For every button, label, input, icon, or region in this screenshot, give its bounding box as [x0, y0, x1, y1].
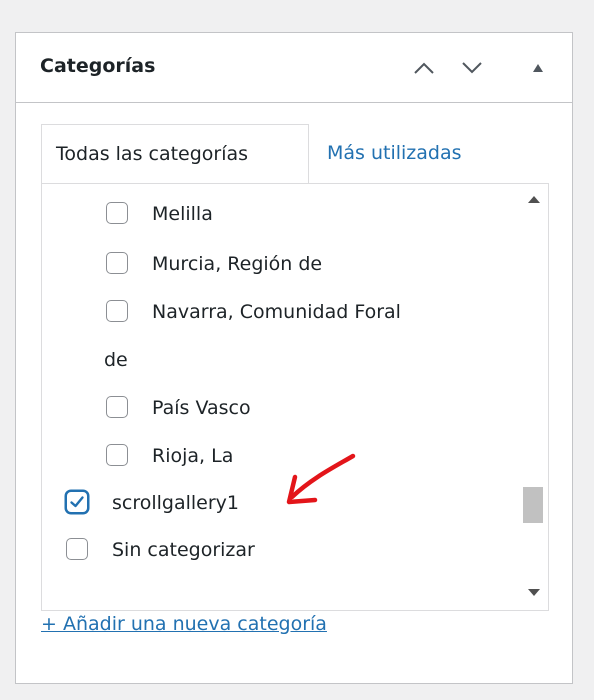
category-checkbox[interactable]: [106, 444, 128, 466]
category-checklist: Melilla Murcia, Región de Navarra, Comun…: [41, 183, 549, 611]
scrollbar-thumb[interactable]: [523, 487, 543, 523]
triangle-up-icon: [533, 64, 543, 72]
category-checkbox[interactable]: [106, 252, 128, 274]
chevron-up-icon: [414, 62, 434, 74]
categories-panel: Categorías Todas las categorías Más util…: [15, 32, 573, 684]
category-checkbox[interactable]: [106, 202, 128, 224]
category-checkbox-checked[interactable]: [66, 491, 88, 513]
list-item: Melilla: [42, 198, 522, 230]
category-label: Murcia, Región de: [152, 253, 323, 275]
list-item: País Vasco: [42, 392, 522, 424]
tab-most-used[interactable]: Más utilizadas: [327, 124, 462, 184]
category-tabs: Todas las categorías Más utilizadas: [41, 124, 549, 184]
category-checkbox[interactable]: [106, 300, 128, 322]
category-label: Sin categorizar: [112, 539, 255, 561]
panel-header: Categorías: [16, 33, 572, 103]
scroll-up-arrow[interactable]: [528, 196, 540, 203]
collapse-panel-button[interactable]: [524, 55, 552, 81]
list-item: Navarra, Comunidad Foral de: [42, 296, 522, 376]
add-new-category-link[interactable]: + Añadir una nueva categoría: [41, 613, 327, 635]
list-item: Rioja, La: [42, 440, 522, 472]
category-label: País Vasco: [152, 397, 251, 419]
checkmark-icon: [70, 496, 84, 508]
list-item: Murcia, Región de: [42, 248, 522, 280]
chevron-down-icon: [462, 62, 482, 74]
category-label: Navarra, Comunidad Foral: [152, 301, 401, 323]
list-item: scrollgallery1: [42, 487, 522, 519]
scroll-down-arrow[interactable]: [528, 589, 540, 596]
category-checkbox[interactable]: [66, 538, 88, 560]
list-item: Sin categorizar: [42, 534, 522, 566]
tab-all-categories[interactable]: Todas las categorías: [41, 124, 309, 184]
category-checkbox[interactable]: [106, 396, 128, 418]
move-up-button[interactable]: [410, 55, 438, 81]
category-label-wrap: de: [104, 349, 128, 371]
move-down-button[interactable]: [458, 55, 486, 81]
panel-title: Categorías: [40, 55, 156, 77]
category-label: Melilla: [152, 203, 213, 225]
category-label: scrollgallery1: [112, 492, 240, 514]
scrollbar[interactable]: [520, 184, 548, 610]
category-label: Rioja, La: [152, 445, 234, 467]
